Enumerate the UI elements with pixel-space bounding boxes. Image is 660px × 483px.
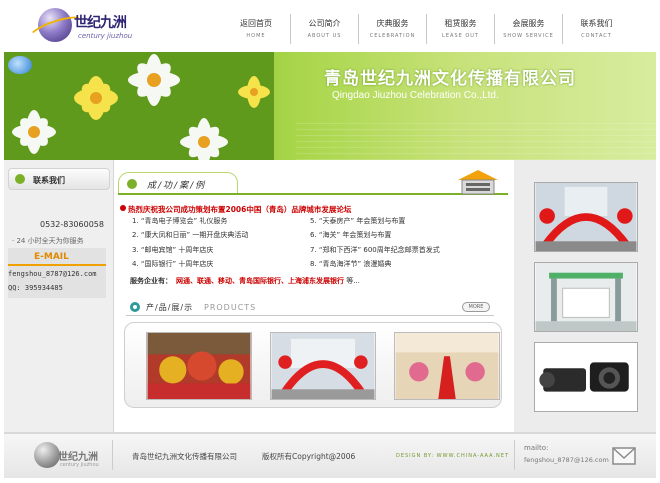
banner-title: 青岛世纪九洲文化传播有限公司 [324,69,576,89]
cases-title: 成/功/案/例 [147,181,207,191]
nav-label: 会展服务 [512,19,545,28]
nav-label-en: SHOW SERVICE [503,33,554,39]
nav-contact[interactable]: 联系我们 CONTACT [562,14,630,44]
page: 世纪九洲 century jiuzhou 返回首页 HOME 公司简介 ABOU… [0,0,660,483]
envelope-icon[interactable] [612,446,636,466]
nav-home[interactable]: 返回首页 HOME [222,14,290,44]
email-title: E-MAIL [34,252,69,262]
footer-globe-icon [34,442,60,468]
cases-tab: 成/功/案/例 [118,172,238,194]
headline-link[interactable]: 热烈庆祝我公司成功策划布置2006中国（青岛）品牌城市发展论坛 [128,204,351,215]
case-item[interactable]: 5. “天泰房产” 年会策划与布置 [310,216,405,226]
nav-label-en: LEASE OUT [442,33,479,39]
contact-title: 联系我们 [33,176,65,185]
nav-about[interactable]: 公司简介 ABOUT US [290,14,358,44]
ring-icon [130,302,140,312]
contact-header: 联系我们 [8,168,110,190]
nav-lease[interactable]: 租赁服务 LEASE OUT [426,14,494,44]
footer-email[interactable]: fengshou_8787@126.com [524,456,609,464]
email-divider [8,264,106,266]
house-icon [458,170,498,195]
bullet-icon [15,174,25,184]
case-item[interactable]: 7. “郑和下西洋” 600周年纪念邮票首发式 [310,245,440,255]
email-address[interactable]: fengshou_8787@126.com [8,270,97,278]
nav-label: 庆典服务 [376,19,409,28]
nav-label-en: ABOUT US [307,33,342,39]
phone-number: 0532-83060058 [40,220,104,229]
service-hours: · 24 小时全天为你服务 [12,237,84,245]
site-logo[interactable]: 世纪九洲 century jiuzhou [26,6,136,48]
case-item[interactable]: 4. “国际银行” 十周年店庆 [132,259,213,269]
footer-divider [514,440,515,470]
footer-mailto-label: mailto: [524,444,549,452]
flowers-image [4,52,274,160]
nav-celebration[interactable]: 庆典服务 CELEBRATION [358,14,426,44]
header: 世纪九洲 century jiuzhou 返回首页 HOME 公司简介 ABOU… [0,0,660,52]
gallery-image-booth[interactable] [534,262,638,332]
nav-label-en: HOME [246,33,266,39]
nav-label: 联系我们 [580,19,613,28]
case-item[interactable]: 2. “康大凤和日丽” 一期开盘庆典活动 [132,230,248,240]
clients-value: 网通、联通、移动、青岛国际银行、上海浦东发展银行 [176,277,344,285]
logo-text-en: century jiuzhou [78,32,133,40]
product-image-wedding[interactable] [394,332,500,400]
cases-header: 成/功/案/例 [118,172,508,195]
banner-subtitle: Qingdao Jiuzhou Celebration Co.,Ltd. [332,90,499,101]
clients-label: 服务企业有： [130,277,172,285]
products-divider [126,315,494,316]
clients-more: 等... [346,277,360,285]
footer-copyright: 版权所有Copyright@2006 [262,452,356,461]
phone-icon [8,56,32,74]
products-title-en: PRODUCTS [204,303,257,312]
clients-line: 服务企业有： 网通、联通、移动、青岛国际银行、上海浦东发展银行 等... [130,276,360,286]
nav-label: 租赁服务 [444,19,477,28]
arrow-icon [127,179,137,189]
cases-divider [118,193,508,195]
nav-label: 返回首页 [240,19,272,28]
more-button[interactable]: MORE [462,302,490,312]
footer-logo-text-en: century jiuzhou [60,462,99,468]
products-header: 产/品/展/示 PRODUCTS MORE [126,300,494,316]
banner-stripes [296,120,656,160]
nav-label: 公司简介 [308,19,341,28]
case-item[interactable]: 6. “海关” 年会策划与布置 [310,230,391,240]
case-item[interactable]: 1. “青岛电子博览会” 礼仪服务 [132,216,227,226]
gallery-image-cameras[interactable] [534,342,638,412]
headline-bullet-icon [120,205,126,211]
nav-label-en: CELEBRATION [369,33,416,39]
case-item[interactable]: 3. “邮电宾馆” 十周年店庆 [132,245,213,255]
nav-label-en: CONTACT [581,33,612,39]
product-image-lion-dance[interactable] [146,332,252,400]
footer-divider [112,440,113,470]
footer-logo-text: 世纪九洲 [58,452,98,463]
gallery-image-arch[interactable] [534,182,638,252]
products-title: 产/品/展/示 [146,303,194,312]
footer-company: 青岛世纪九洲文化传播有限公司 [132,452,237,461]
product-image-arch[interactable] [270,332,376,400]
case-item[interactable]: 8. “青岛海洋节” 浪漫婚典 [310,259,391,269]
banner: 青岛世纪九洲文化传播有限公司 Qingdao Jiuzhou Celebrati… [4,52,656,160]
nav-show-service[interactable]: 会展服务 SHOW SERVICE [494,14,562,44]
qq-number: QQ: 395934485 [8,284,63,292]
main-nav: 返回首页 HOME 公司简介 ABOUT US 庆典服务 CELEBRATION… [222,14,630,44]
footer-design-credit[interactable]: DESIGN BY: WWW.CHINA-AAA.NET [396,453,509,459]
logo-text-cn: 世纪九洲 [74,15,127,31]
